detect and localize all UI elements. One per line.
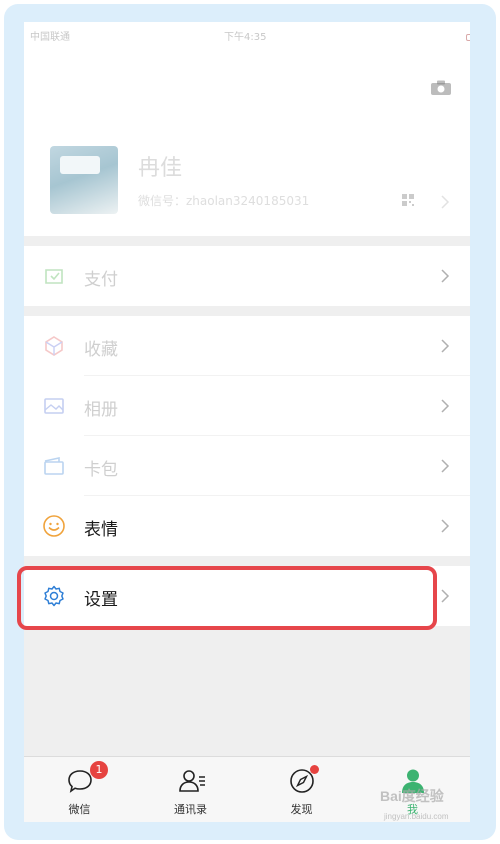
menu-label-favorites: 收藏	[84, 340, 118, 360]
chevron-right-icon	[441, 519, 450, 533]
baidu-watermark: Bai度经验	[380, 788, 444, 804]
wallet-icon	[45, 269, 63, 284]
smiley-icon	[43, 515, 65, 537]
favorites-cube-icon	[45, 336, 63, 356]
tab-discover[interactable]: 发现	[246, 757, 357, 822]
profile-header[interactable]: 冉佳 微信号：zhaolan3240185031	[24, 46, 470, 236]
chevron-right-icon	[441, 195, 450, 209]
tab-label-chats: 微信	[68, 803, 91, 816]
album-icon	[44, 398, 64, 414]
tab-label-contacts: 通讯录	[174, 803, 207, 816]
settings-highlight-box	[17, 566, 437, 630]
status-bar: 中国联通 下午4:35	[24, 22, 470, 46]
clock-text: 下午4:35	[224, 32, 267, 43]
chevron-right-icon	[441, 459, 450, 473]
menu-item-stickers[interactable]: 表情	[24, 496, 470, 556]
tab-label-discover: 发现	[290, 803, 313, 816]
menu-item-album[interactable]: 相册	[24, 376, 470, 436]
pay-group: 支付	[24, 246, 470, 306]
qr-code-icon[interactable]	[402, 194, 414, 206]
menu-label-pay: 支付	[84, 270, 118, 290]
camera-icon[interactable]	[430, 80, 452, 96]
baidu-watermark-url: jingyan.baidu.com	[384, 812, 449, 821]
new-dot-badge	[310, 765, 319, 774]
chevron-right-icon	[441, 269, 450, 283]
chevron-right-icon	[441, 589, 450, 603]
avatar[interactable]	[50, 146, 118, 214]
chevron-right-icon	[441, 339, 450, 353]
chevron-right-icon	[441, 399, 450, 413]
phone-screen: 中国联通 下午4:35 冉佳 微信号：zhaolan3240185031 支付	[24, 22, 470, 822]
unread-badge: 1	[90, 761, 108, 779]
menu-label-cards: 卡包	[84, 460, 118, 480]
profile-name: 冉佳	[138, 156, 183, 181]
card-wallet-icon	[44, 457, 64, 475]
menu-item-cards[interactable]: 卡包	[24, 436, 470, 496]
menu-label-album: 相册	[84, 400, 118, 420]
wechat-id: 微信号：zhaolan3240185031	[138, 194, 310, 208]
contacts-icon	[179, 770, 205, 792]
menu-item-pay[interactable]: 支付	[24, 246, 470, 306]
carrier-text: 中国联通	[30, 32, 70, 43]
menu-label-stickers: 表情	[84, 520, 118, 540]
tab-contacts[interactable]: 通讯录	[135, 757, 246, 822]
main-menu-group: 收藏 相册 卡包 表情	[24, 316, 470, 556]
tab-chats[interactable]: 1 微信	[24, 757, 135, 822]
menu-item-favorites[interactable]: 收藏	[24, 316, 470, 376]
